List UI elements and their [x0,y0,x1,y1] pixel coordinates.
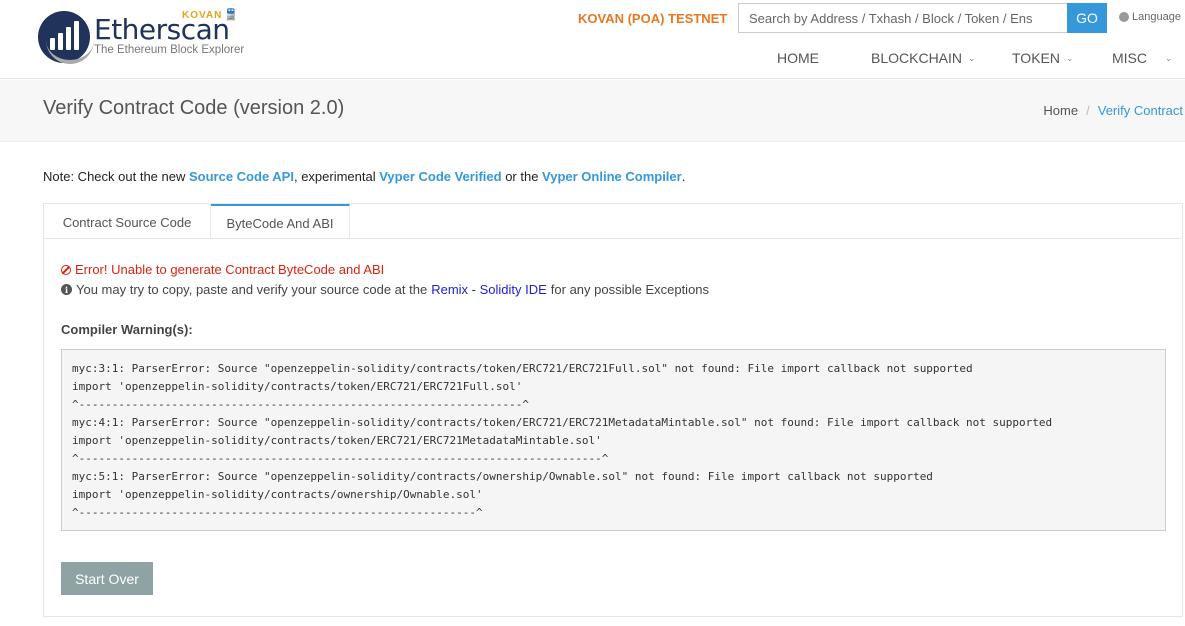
network-badge: KOVAN [182,10,223,21]
result-panel: Error! Unable to generate Contract ByteC… [43,238,1183,617]
info-icon: i [61,284,72,295]
ban-icon [61,264,71,275]
language-label: Language [1132,11,1181,23]
compiler-warnings-output[interactable]: myc:3:1: ParserError: Source "openzeppel… [61,349,1166,531]
remix-ide-link[interactable]: Remix - Solidity IDE [431,282,547,297]
source-code-api-link[interactable]: Source Code API [189,169,294,184]
go-button[interactable]: GO [1067,3,1107,33]
chevron-down-icon: ⌄ [1065,52,1074,63]
site-header: Etherscan KOVAN 🚆 The Ethereum Block Exp… [0,0,1185,79]
tab-contract-source-code[interactable]: Contract Source Code [44,204,211,240]
tab-bar: Contract Source Code ByteCode And ABI [43,203,1183,240]
page-title-bar: Verify Contract Code (version 2.0) Home … [0,80,1185,142]
search-box[interactable] [738,3,1067,33]
globe-icon [1119,12,1129,22]
chevron-down-icon: ⌄ [968,52,976,63]
compiler-warnings-label: Compiler Warning(s): [61,322,193,337]
tab-bytecode-and-abi[interactable]: ByteCode And ABI [211,204,350,240]
logo-tagline: The Ethereum Block Explorer [94,44,245,56]
info-message: i You may try to copy, paste and verify … [61,282,709,297]
etherscan-logo[interactable]: Etherscan KOVAN 🚆 The Ethereum Block Exp… [38,8,248,64]
breadcrumb-separator: / [1086,103,1090,118]
nav-blockchain[interactable]: BLOCKCHAIN ⌄ [871,50,976,66]
network-label: KOVAN (POA) TESTNET [578,11,728,26]
train-icon: 🚆 [224,9,238,21]
vyper-online-compiler-link[interactable]: Vyper Online Compiler [542,169,682,184]
start-over-button[interactable]: Start Over [61,562,153,595]
nav-token[interactable]: TOKEN ⌄ [1012,50,1074,66]
nav-home[interactable]: HOME [777,50,819,66]
vyper-code-verified-link[interactable]: Vyper Code Verified [379,169,501,184]
chevron-down-icon: ⌄ [1165,52,1173,63]
breadcrumb-current[interactable]: Verify Contract [1098,103,1183,118]
note-text: Note: Check out the new Source Code API,… [43,169,686,184]
language-selector[interactable]: Language [1119,11,1181,23]
nav-misc[interactable]: MISC ⌄ [1112,50,1173,66]
page-title: Verify Contract Code (version 2.0) [43,97,345,119]
breadcrumb-home[interactable]: Home [1043,103,1078,118]
error-message: Error! Unable to generate Contract ByteC… [61,262,384,277]
search-input[interactable] [749,10,1057,26]
breadcrumb: Home / Verify Contract [1043,103,1183,118]
